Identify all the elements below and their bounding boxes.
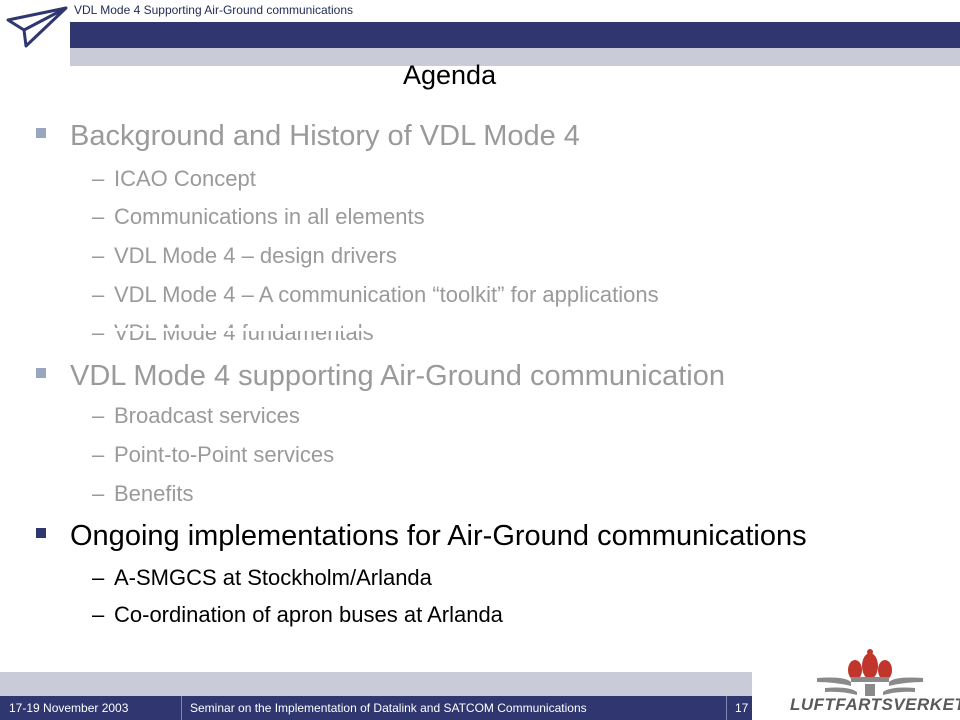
- item-label: Point-to-Point services: [114, 442, 335, 467]
- item-label: VDL Mode 4 fundamentals: [114, 320, 374, 345]
- footer-bar: 17-19 November 2003 Seminar on the Imple…: [0, 696, 752, 720]
- agenda-section-2: VDL Mode 4 supporting Air-Ground communi…: [36, 359, 725, 393]
- agenda-item: – Communications in all elements: [92, 203, 425, 231]
- item-label: Benefits: [114, 481, 194, 506]
- logo-wordmark: LUFTFARTSVERKET: [790, 695, 960, 714]
- dash: –: [92, 282, 105, 307]
- footer-band: [0, 672, 752, 696]
- dash: –: [92, 403, 105, 428]
- footer-divider: [726, 696, 727, 720]
- agenda-item: – Point-to-Point services: [92, 441, 334, 469]
- footer-divider: [181, 696, 182, 720]
- square-bullet-icon: [36, 128, 46, 139]
- page-number: 17: [735, 701, 749, 715]
- agenda-item: – VDL Mode 4 – A communication “toolkit” …: [92, 281, 659, 309]
- section-label: Ongoing implementations for Air-Ground c…: [70, 520, 807, 552]
- dash: –: [92, 602, 105, 627]
- square-bullet-icon: [36, 528, 46, 539]
- dash: –: [92, 204, 105, 229]
- dash: –: [92, 166, 105, 191]
- agenda-item: – VDL Mode 4 – design drivers: [92, 242, 397, 270]
- item-label: VDL Mode 4 – design drivers: [114, 243, 397, 268]
- agenda-item: – VDL Mode 4 fundamentals: [92, 319, 374, 347]
- agenda-list: Background and History of VDL Mode 4 – IC…: [0, 0, 960, 660]
- agenda-item: – A-SMGCS at Stockholm/Arlanda: [92, 564, 432, 592]
- agenda-item: – Benefits: [92, 480, 194, 508]
- item-label: A-SMGCS at Stockholm/Arlanda: [114, 565, 432, 590]
- agenda-item: – ICAO Concept: [92, 165, 256, 193]
- section-label: Background and History of VDL Mode 4: [70, 120, 580, 152]
- item-label: VDL Mode 4 – A communication “toolkit” f…: [114, 282, 659, 307]
- agenda-section-3: Ongoing implementations for Air-Ground c…: [36, 519, 807, 553]
- fade-overlay: [100, 328, 440, 331]
- item-label: Broadcast services: [114, 403, 300, 428]
- dash: –: [92, 243, 105, 268]
- footer-seminar: Seminar on the Implementation of Datalin…: [190, 701, 587, 715]
- dash: –: [92, 320, 105, 345]
- dash: –: [92, 481, 105, 506]
- dash: –: [92, 442, 105, 467]
- item-label: Co-ordination of apron buses at Arlanda: [114, 602, 503, 627]
- agenda-item: – Co-ordination of apron buses at Arlanda: [92, 601, 503, 629]
- footer-date: 17-19 November 2003: [9, 701, 129, 715]
- dash: –: [92, 565, 105, 590]
- item-label: Communications in all elements: [114, 204, 425, 229]
- square-bullet-icon: [36, 368, 46, 379]
- crown-wings-icon: [817, 649, 923, 696]
- item-label: ICAO Concept: [114, 166, 256, 191]
- agenda-section-1: Background and History of VDL Mode 4: [36, 119, 580, 153]
- section-label: VDL Mode 4 supporting Air-Ground communi…: [70, 360, 725, 392]
- agenda-item: – Broadcast services: [92, 402, 300, 430]
